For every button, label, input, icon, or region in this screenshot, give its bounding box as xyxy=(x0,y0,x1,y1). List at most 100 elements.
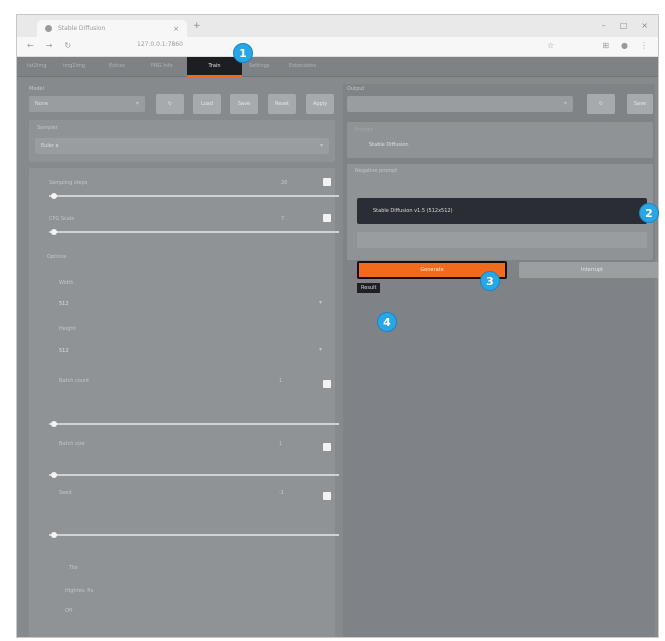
app-root: txt2img img2img Extras PNG Info Train Se… xyxy=(17,57,658,637)
favicon-icon xyxy=(45,25,52,32)
batch-size-slider-handle[interactable] xyxy=(51,472,57,478)
batch-size-label: Batch size xyxy=(59,441,85,447)
window-controls: – □ × xyxy=(602,21,648,30)
output-refresh-button[interactable]: ↻ xyxy=(587,94,615,114)
options-box: Sampling steps 20 CFG Scale 7 Options Wi… xyxy=(29,168,339,637)
batch-count-label: Batch count xyxy=(59,378,90,384)
profile-icon[interactable]: ● xyxy=(621,41,628,50)
tab-train[interactable]: Train xyxy=(187,57,242,77)
batch-count-slider[interactable] xyxy=(49,423,339,425)
output-dropdown[interactable]: ▾ xyxy=(347,96,573,112)
output-label: Output xyxy=(347,86,365,92)
url-field[interactable]: 127.0.0.1:7860 xyxy=(137,41,183,48)
seed-label: Seed xyxy=(59,490,72,496)
batch-size-checkbox[interactable] xyxy=(323,443,331,451)
save-button[interactable]: Save xyxy=(230,94,258,114)
cfg-checkbox[interactable] xyxy=(323,214,331,222)
height-value[interactable]: 512 xyxy=(59,348,69,354)
prompt-value[interactable]: Stable Diffusion xyxy=(369,142,409,148)
chevron-down-icon: ▾ xyxy=(319,346,323,353)
batch-size-value: 1 xyxy=(279,441,283,447)
apply-button[interactable]: Apply xyxy=(306,94,334,114)
load-button[interactable]: Load xyxy=(193,94,221,114)
cfg-slider-handle[interactable] xyxy=(51,229,57,235)
tile-label: Tile xyxy=(69,565,78,571)
steps-slider-handle[interactable] xyxy=(51,193,57,199)
output-panel: Output ▾ ↻ Save Prompt Stable Diffusion … xyxy=(343,84,658,637)
batch-count-value: 1 xyxy=(279,378,283,384)
negative-prompt-value: Stable Diffusion v1.5 (512x512) xyxy=(373,208,453,214)
chevron-down-icon: ▾ xyxy=(319,299,323,306)
minimize-icon[interactable]: – xyxy=(602,21,606,30)
browser-tab[interactable]: Stable Diffusion × xyxy=(37,20,187,37)
prompt-box: Prompt Stable Diffusion xyxy=(347,122,653,158)
extra-prompt-field[interactable] xyxy=(357,232,647,248)
cfg-slider[interactable] xyxy=(49,231,339,233)
nav-controls: ← → ↻ xyxy=(27,41,71,50)
sampler-dropdown[interactable]: Euler a ▾ xyxy=(35,138,329,154)
close-window-icon[interactable]: × xyxy=(641,21,648,30)
sampler-label: Sampler xyxy=(37,125,58,131)
highres-value[interactable]: Off xyxy=(65,608,72,614)
reset-button[interactable]: Reset xyxy=(268,94,296,114)
highres-label: Highres. fix xyxy=(65,588,94,594)
height-label: Height xyxy=(59,326,76,332)
browser-toolbar: ⊞ ● ⋮ xyxy=(602,41,648,50)
refresh-button[interactable]: ↻ xyxy=(156,94,184,114)
sampler-value: Euler a xyxy=(41,143,59,149)
model-value: None xyxy=(35,101,49,107)
extensions-icon[interactable]: ⊞ xyxy=(602,41,609,50)
options-section-label: Options xyxy=(47,254,67,260)
address-bar: ← → ↻ 127.0.0.1:7860 ☆ ⊞ ● ⋮ xyxy=(17,37,658,57)
seed-value: -1 xyxy=(279,490,284,496)
negative-prompt-input[interactable]: Stable Diffusion v1.5 (512x512) xyxy=(357,198,647,224)
negative-prompt-box: Negative prompt Stable Diffusion v1.5 (5… xyxy=(347,164,653,260)
tab-img2img[interactable]: img2img xyxy=(63,57,93,77)
seed-slider-handle[interactable] xyxy=(51,532,57,538)
browser-tab-bar: Stable Diffusion × + – □ × xyxy=(17,15,658,37)
chevron-down-icon: ▾ xyxy=(563,100,567,107)
menu-icon[interactable]: ⋮ xyxy=(640,41,648,50)
prompt-label: Prompt xyxy=(355,127,373,133)
marker-2: 2 xyxy=(639,203,659,223)
interrupt-button[interactable]: Interrupt xyxy=(519,262,658,278)
tab-extras[interactable]: Extras xyxy=(109,57,139,77)
chevron-down-icon: ▾ xyxy=(319,142,323,149)
steps-label: Sampling steps xyxy=(49,180,88,186)
sampler-box: Sampler Euler a ▾ xyxy=(29,120,335,162)
marker-1: 1 xyxy=(233,43,253,63)
steps-checkbox[interactable] xyxy=(323,178,331,186)
tab-png-info[interactable]: PNG Info xyxy=(151,57,181,77)
negative-prompt-label: Negative prompt xyxy=(355,168,398,174)
batch-count-checkbox[interactable] xyxy=(323,380,331,388)
batch-count-slider-handle[interactable] xyxy=(51,421,57,427)
steps-slider[interactable] xyxy=(49,195,339,197)
browser-window: Stable Diffusion × + – □ × ← → ↻ 127.0.0… xyxy=(16,14,659,638)
tab-settings[interactable]: Settings xyxy=(249,57,279,77)
seed-checkbox[interactable] xyxy=(323,492,331,500)
batch-size-slider[interactable] xyxy=(49,474,339,476)
output-save-button[interactable]: Save xyxy=(627,94,653,114)
chevron-down-icon: ▾ xyxy=(135,100,139,107)
new-tab-icon[interactable]: + xyxy=(193,21,201,31)
result-label: Result xyxy=(357,283,381,293)
back-icon[interactable]: ← xyxy=(27,41,34,50)
width-value[interactable]: 512 xyxy=(59,301,69,307)
seed-slider[interactable] xyxy=(49,534,339,536)
reload-icon[interactable]: ↻ xyxy=(64,41,71,50)
main-tabs: txt2img img2img Extras PNG Info Train Se… xyxy=(17,57,658,77)
tab-extensions[interactable]: Extensions xyxy=(289,57,329,77)
settings-panel: Model None ▾ ↻ Load Save Reset Apply Sam… xyxy=(25,84,339,637)
forward-icon[interactable]: → xyxy=(46,41,53,50)
marker-4: 4 xyxy=(377,312,397,332)
close-tab-icon[interactable]: × xyxy=(173,25,179,33)
marker-3: 3 xyxy=(480,271,500,291)
model-dropdown[interactable]: None ▾ xyxy=(29,96,145,112)
browser-tab-title: Stable Diffusion xyxy=(58,25,106,32)
cfg-value: 7 xyxy=(281,216,285,222)
cfg-label: CFG Scale xyxy=(49,216,75,222)
maximize-icon[interactable]: □ xyxy=(620,21,628,30)
bookmark-icon[interactable]: ☆ xyxy=(547,41,554,50)
width-label: Width xyxy=(59,280,74,286)
tab-txt2img[interactable]: txt2img xyxy=(27,57,57,77)
